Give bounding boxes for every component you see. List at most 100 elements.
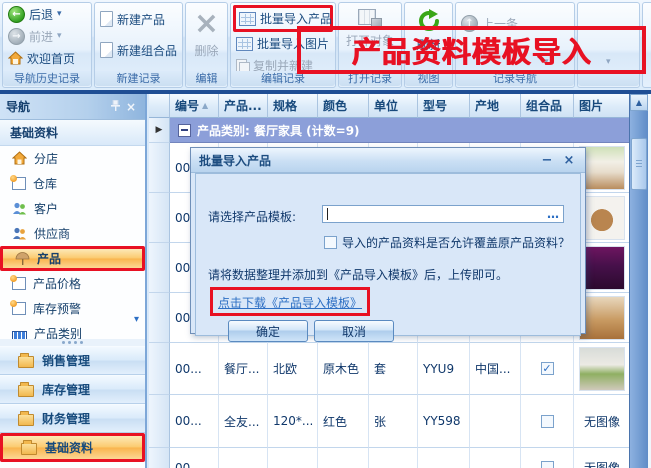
- combo-checkbox-checked[interactable]: ✓: [541, 362, 554, 375]
- sidebar-group-finance[interactable]: 财务管理: [0, 404, 145, 433]
- sidebar-section-header[interactable]: 基础资料: [0, 120, 145, 146]
- back-icon: ←: [8, 6, 25, 23]
- header-indicator-column: [149, 94, 170, 118]
- row-pointer-icon: ▶: [149, 118, 170, 143]
- sidebar-scroll-down-icon[interactable]: ▾: [134, 314, 139, 325]
- sidebar-titlebar: 导航 ×: [0, 94, 145, 120]
- forward-icon: →: [8, 28, 25, 45]
- sidebar-item-customer[interactable]: 客户: [0, 196, 145, 221]
- sidebar-group-basic-data[interactable]: 基础资料: [0, 433, 145, 462]
- sidebar-item-stock-alert[interactable]: 库存预警: [0, 296, 145, 321]
- ruler-icon: [12, 331, 27, 340]
- group-row-body: 产品类别: 餐厅家具 (计数=9): [170, 118, 630, 143]
- browse-ellipsis-button[interactable]: …: [547, 210, 559, 218]
- forward-dropdown-caret: ▾: [57, 32, 62, 41]
- new-document-icon: [100, 11, 113, 27]
- dialog-title: 批量导入产品: [199, 152, 533, 169]
- header-model[interactable]: 型号: [418, 94, 470, 118]
- sidebar-item-product-category[interactable]: 产品类别: [0, 321, 145, 339]
- close-icon[interactable]: ×: [561, 153, 577, 168]
- annotation-text: 产品资料模板导入: [351, 29, 591, 71]
- header-spec[interactable]: 规格: [268, 94, 318, 118]
- header-color[interactable]: 颜色: [318, 94, 369, 118]
- no-image-cell: 无图像: [574, 395, 630, 448]
- ribbon-group-edit: × 删除 编辑: [185, 2, 228, 88]
- group-row-text: 产品类别: 餐厅家具 (计数=9): [197, 122, 360, 139]
- sidebar-item-warehouse[interactable]: 仓库: [0, 171, 145, 196]
- template-select-label: 请选择产品模板:: [208, 208, 296, 225]
- header-image[interactable]: 图片: [574, 94, 630, 118]
- people-icon: [12, 226, 27, 241]
- header-origin[interactable]: 产地: [470, 94, 521, 118]
- sidebar-close-icon[interactable]: ×: [123, 100, 139, 114]
- header-unit[interactable]: 单位: [369, 94, 418, 118]
- text-cursor: [327, 208, 328, 220]
- table-group-row[interactable]: ▶ 产品类别: 餐厅家具 (计数=9): [149, 118, 630, 143]
- form-icon: [12, 277, 26, 290]
- no-image-cell: 无图像: [574, 448, 630, 468]
- ribbon-group-new-records: 新建产品 新建组合品 新建记录: [94, 2, 183, 88]
- scroll-up-icon[interactable]: ▲: [630, 94, 648, 111]
- overwrite-option[interactable]: 导入的产品资料是否允许覆盖原产品资料？: [324, 234, 570, 251]
- download-template-link[interactable]: 点击下载《产品导入模板》: [218, 296, 362, 310]
- folder-icon: [18, 356, 34, 368]
- home-icon: [8, 51, 23, 66]
- new-document-icon: [100, 42, 113, 58]
- welcome-home-button[interactable]: 欢迎首页: [5, 48, 89, 69]
- folder-icon: [21, 443, 37, 455]
- table-row[interactable]: 00... 餐厅... 北欧 原木色 套 YYU9 中国... ✓: [149, 343, 630, 395]
- group-label-nav-history: 导航历史记录: [3, 71, 91, 86]
- delete-x-icon: ×: [194, 9, 219, 39]
- navigation-sidebar: 导航 × 基础资料 分店 仓库: [0, 94, 147, 468]
- table-row[interactable]: 00... 全友... 120*... 红色 张 YY598 无图像: [149, 395, 630, 448]
- header-product[interactable]: 产品...: [219, 94, 268, 118]
- header-combo[interactable]: 组合品: [521, 94, 574, 118]
- cancel-button[interactable]: 取消: [314, 320, 394, 342]
- minimize-icon[interactable]: −: [539, 153, 555, 168]
- sidebar-group-sales[interactable]: 销售管理: [0, 346, 145, 375]
- umbrella-product-icon: [15, 251, 30, 266]
- folder-icon: [18, 414, 34, 426]
- back-dropdown-caret[interactable]: ▾: [57, 10, 62, 19]
- new-combo-product-button[interactable]: 新建组合品: [97, 35, 180, 65]
- form-icon: [12, 177, 26, 190]
- scrollbar-thumb[interactable]: [631, 138, 647, 190]
- dialog-body: 请选择产品模板: … 导入的产品资料是否允许覆盖原产品资料？ 请将数据整理并添加…: [195, 173, 581, 336]
- header-code[interactable]: 编号 ▲: [170, 94, 219, 118]
- sidebar-item-product-price[interactable]: 产品价格: [0, 271, 145, 296]
- delete-button[interactable]: × 删除: [186, 3, 227, 59]
- app-window: ← 后退 ▾ → 前进 ▾ 欢迎首页 导航历史记录 新建产品: [0, 0, 651, 468]
- annotation-box: 产品资料模板导入: [297, 26, 646, 74]
- product-image[interactable]: [579, 347, 625, 391]
- template-file-input[interactable]: …: [322, 205, 564, 223]
- folder-icon: [18, 385, 34, 397]
- import-table-icon: [236, 37, 253, 51]
- people-icon: [12, 201, 27, 216]
- sidebar-item-product[interactable]: 产品: [0, 246, 145, 271]
- table-row[interactable]: 00... 无图像: [149, 448, 630, 468]
- sidebar-items: 分店 仓库 客户 供应商: [0, 146, 145, 339]
- combo-checkbox[interactable]: [541, 461, 554, 468]
- group-label-new-records: 新建记录: [95, 71, 182, 86]
- pin-icon[interactable]: [107, 100, 123, 114]
- ribbon-group-nav-history: ← 后退 ▾ → 前进 ▾ 欢迎首页 导航历史记录: [2, 2, 92, 88]
- vertical-scrollbar[interactable]: ▲: [629, 94, 648, 468]
- new-product-button[interactable]: 新建产品: [97, 4, 180, 34]
- back-button[interactable]: ← 后退 ▾: [5, 4, 89, 25]
- combo-checkbox[interactable]: [541, 415, 554, 428]
- forward-button[interactable]: → 前进 ▾: [5, 26, 89, 47]
- batch-import-dialog: 批量导入产品 − × 请选择产品模板: … 导入的产品资料是否允许覆盖原产品资料…: [190, 147, 586, 334]
- overwrite-label: 导入的产品资料是否允许覆盖原产品资料？: [342, 234, 570, 251]
- sidebar-item-supplier[interactable]: 供应商: [0, 221, 145, 246]
- house-icon: [12, 151, 27, 166]
- download-link-highlight: 点击下载《产品导入模板》: [210, 287, 370, 316]
- overwrite-checkbox[interactable]: [324, 236, 337, 249]
- sidebar-item-branch[interactable]: 分店: [0, 146, 145, 171]
- collapse-icon[interactable]: [178, 124, 191, 137]
- sidebar-title: 导航: [6, 98, 107, 115]
- form-icon: [12, 302, 26, 315]
- sidebar-group-inventory[interactable]: 库存管理: [0, 375, 145, 404]
- ok-button[interactable]: 确定: [228, 320, 308, 342]
- dialog-titlebar[interactable]: 批量导入产品 − ×: [191, 148, 585, 173]
- sidebar-splitter[interactable]: [0, 339, 145, 346]
